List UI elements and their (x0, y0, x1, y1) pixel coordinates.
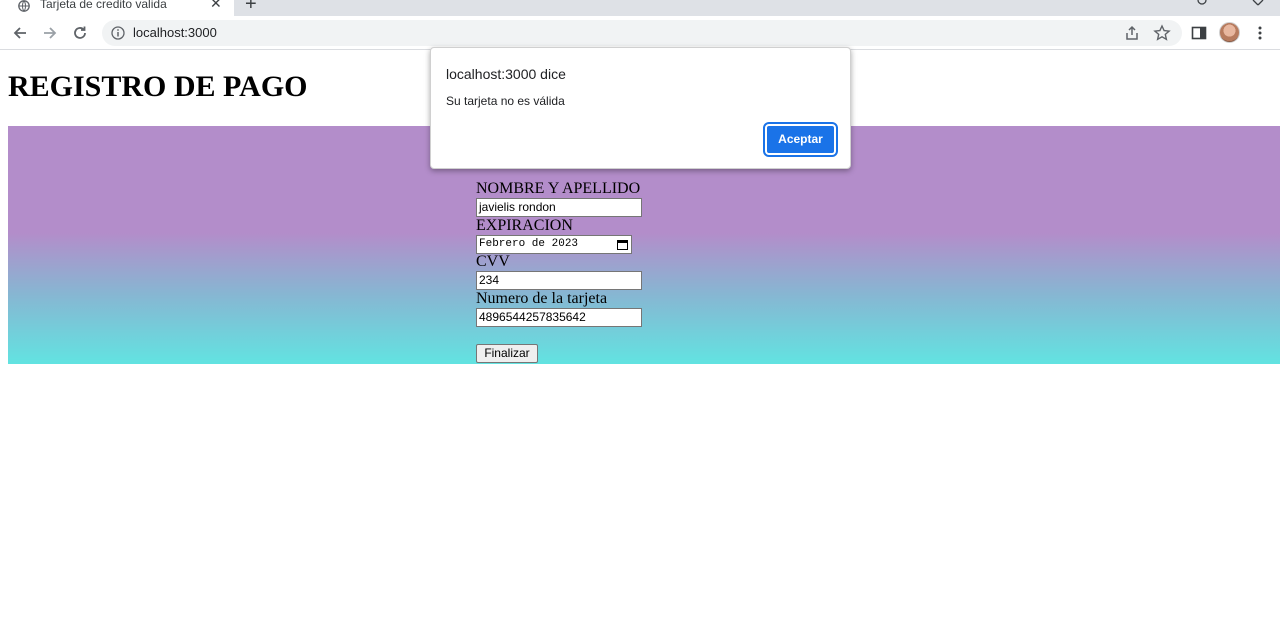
finish-button[interactable]: Finalizar (476, 344, 538, 363)
dialog-message: Su tarjeta no es válida (446, 94, 565, 108)
accept-button[interactable]: Aceptar (765, 124, 836, 155)
kebab-menu-icon[interactable] (1251, 24, 1269, 42)
name-input[interactable]: javielis rondon (476, 198, 642, 217)
card-number-label: Numero de la tarjeta (476, 290, 608, 307)
tab-close-icon[interactable]: ✕ (210, 0, 222, 10)
forward-arrow-icon (44, 27, 57, 39)
cvv-input[interactable]: 234 (476, 271, 642, 290)
reload-icon (74, 26, 86, 39)
star-icon[interactable] (1153, 24, 1171, 42)
tab-strip: Tarjeta de credito valida ✕ + (0, 0, 1280, 16)
expiration-label: EXPIRACION (476, 217, 573, 234)
browser-toolbar: localhost:3000 (0, 16, 1280, 50)
share-icon[interactable] (1123, 24, 1141, 42)
expiration-month-input[interactable]: Febrero de 2023 (476, 235, 632, 254)
back-arrow-icon (13, 27, 26, 39)
url-text[interactable]: localhost:3000 (133, 26, 217, 40)
expiration-value: Febrero de 2023 (479, 238, 579, 250)
globe-icon (18, 0, 30, 12)
tab-title: Tarjeta de credito valida (40, 0, 167, 11)
avatar[interactable] (1219, 22, 1240, 43)
cvv-label: CVV (476, 253, 510, 270)
dialog-title: localhost:3000 dice (446, 66, 566, 82)
address-bar[interactable]: localhost:3000 (102, 20, 1182, 46)
side-panel-icon[interactable] (1190, 24, 1208, 42)
page-title: REGISTRO DE PAGO (8, 70, 308, 103)
window-search-icon[interactable] (1196, 0, 1208, 6)
name-label: NOMBRE Y APELLIDO (476, 180, 641, 197)
browser-tab[interactable]: Tarjeta de credito valida ✕ (0, 0, 234, 16)
reload-button[interactable] (69, 22, 91, 44)
calendar-icon[interactable] (617, 239, 628, 250)
info-icon[interactable] (111, 26, 125, 40)
forward-button[interactable] (39, 22, 61, 44)
card-number-input[interactable]: 4896544257835642 (476, 308, 642, 327)
new-tab-button[interactable]: + (245, 0, 257, 14)
alert-dialog: localhost:3000 dice Su tarjeta no es vál… (430, 47, 851, 169)
back-button[interactable] (9, 22, 31, 44)
window-close-icon[interactable] (1252, 0, 1264, 6)
